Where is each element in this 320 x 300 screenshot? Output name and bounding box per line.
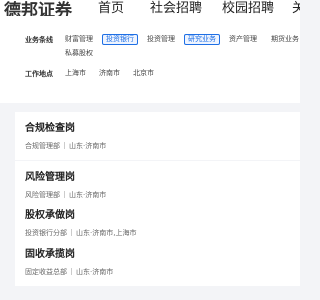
filter-option-wealth-management[interactable]: 财富管理 (65, 34, 93, 45)
job-department: 合规管理部 (25, 142, 60, 150)
job-meta: 固定收益总部 山东·济南市 (25, 267, 113, 277)
job-meta: 合规管理部 山东·济南市 (25, 141, 106, 151)
job-location: 山东·济南市,上海市 (76, 229, 137, 237)
meta-divider (64, 142, 65, 149)
nav-home[interactable]: 首页 (98, 0, 124, 16)
job-title[interactable]: 股权承做岗 (25, 206, 75, 221)
nav-social-recruitment[interactable]: 社会招聘 (150, 0, 202, 16)
location-option-jinan[interactable]: 济南市 (99, 68, 120, 79)
location-option-shanghai[interactable]: 上海市 (65, 68, 86, 79)
company-logo[interactable]: 德邦证券 (4, 0, 72, 16)
filter-option-private-equity[interactable]: 私募股权 (65, 48, 93, 59)
nav-campus-recruitment[interactable]: 校园招聘 (222, 0, 274, 16)
job-title[interactable]: 合规检查岗 (25, 119, 75, 134)
job-location: 山东·济南市 (76, 268, 114, 276)
job-card[interactable]: 合规检查岗 合规管理部 山东·济南市 (15, 112, 300, 160)
filter-option-asset-management[interactable]: 资产管理 (229, 34, 257, 45)
job-location: 山东·济南市 (69, 191, 107, 199)
filter-option-investment-banking[interactable]: 投资银行 (102, 34, 138, 45)
filter-panel: 业务条线 财富管理 投资银行 投资管理 研究业务 资产管理 期货业务 私募股权 … (0, 16, 300, 103)
business-line-label: 业务条线 (25, 36, 53, 44)
filter-option-futures[interactable]: 期货业务 (271, 34, 299, 45)
job-title[interactable]: 固收承揽岗 (25, 245, 75, 260)
nav-about[interactable]: 关 (292, 0, 300, 16)
meta-divider (64, 191, 65, 198)
job-location: 山东·济南市 (69, 142, 107, 150)
job-department: 风险管理部 (25, 191, 60, 199)
job-department: 固定收益总部 (25, 268, 67, 276)
job-department: 投资银行分部 (25, 229, 67, 237)
job-card[interactable]: 固收承揽岗 固定收益总部 山东·济南市 (15, 238, 300, 286)
location-option-beijing[interactable]: 北京市 (133, 68, 154, 79)
meta-divider (71, 229, 72, 236)
filter-option-investment-management[interactable]: 投资管理 (147, 34, 175, 45)
location-label: 工作地点 (25, 70, 53, 78)
top-nav-bar: 德邦证券 首页 社会招聘 校园招聘 关 (0, 0, 300, 16)
filter-option-research[interactable]: 研究业务 (184, 34, 220, 45)
meta-divider (71, 268, 72, 275)
job-title[interactable]: 风险管理岗 (25, 168, 75, 183)
job-meta: 投资银行分部 山东·济南市,上海市 (25, 228, 136, 238)
